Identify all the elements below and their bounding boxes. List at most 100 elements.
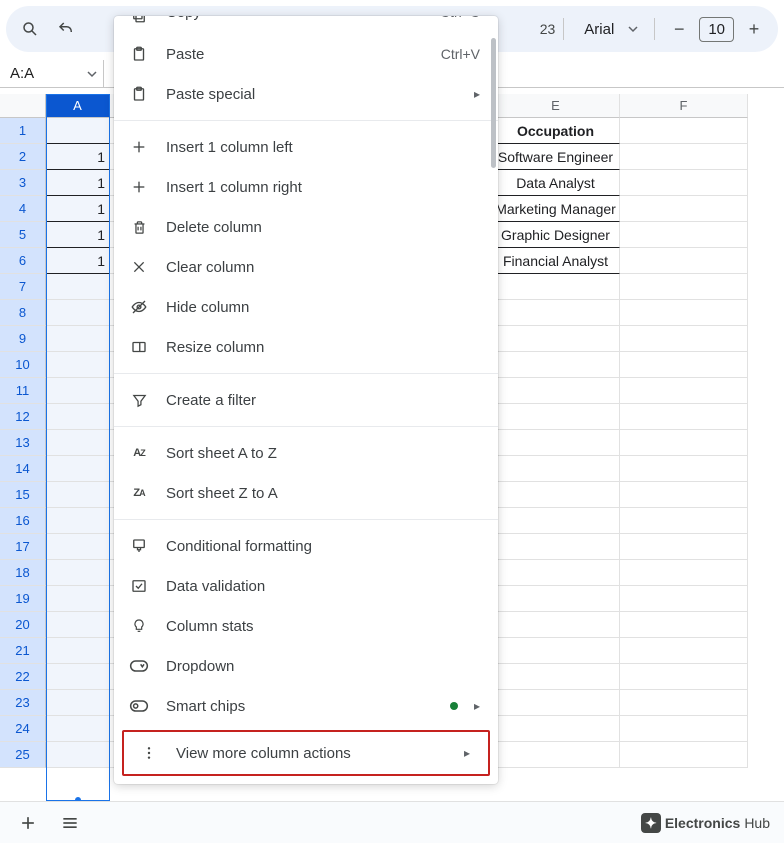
cell[interactable] [492,274,620,300]
cell[interactable] [492,482,620,508]
cell[interactable] [620,378,748,404]
menu-item-paste-special[interactable]: Paste special ▸ [114,74,498,114]
cell[interactable] [46,430,110,456]
cell[interactable] [46,326,110,352]
cell[interactable]: 1 [46,196,110,222]
row-header[interactable]: 11 [0,378,46,404]
cell[interactable] [492,742,620,768]
cell[interactable] [46,612,110,638]
cell[interactable]: 1 [46,222,110,248]
row-header[interactable]: 7 [0,274,46,300]
cell[interactable] [46,586,110,612]
cell[interactable]: 1 [46,144,110,170]
row-header[interactable]: 10 [0,352,46,378]
row-header[interactable]: 9 [0,326,46,352]
row-header[interactable]: 4 [0,196,46,222]
cell[interactable] [46,378,110,404]
menu-item-delete[interactable]: Delete column [114,207,498,247]
cell[interactable] [492,690,620,716]
column-header-a[interactable]: A [46,94,110,118]
cell[interactable] [620,326,748,352]
menu-item-smart-chips[interactable]: Smart chips ▸ [114,686,498,726]
row-header[interactable]: 2 [0,144,46,170]
cell[interactable] [620,716,748,742]
row-header[interactable]: 13 [0,430,46,456]
cell[interactable]: Graphic Designer [492,222,620,248]
cell[interactable] [46,274,110,300]
row-header[interactable]: 3 [0,170,46,196]
cell[interactable] [620,560,748,586]
cell[interactable] [46,352,110,378]
row-header[interactable]: 14 [0,456,46,482]
menu-item-hide[interactable]: Hide column [114,287,498,327]
cell[interactable] [620,482,748,508]
cell[interactable] [492,326,620,352]
menu-item-sort-za[interactable]: ZA Sort sheet Z to A [114,473,498,513]
cell[interactable] [46,560,110,586]
undo-icon[interactable] [50,13,82,45]
increase-font-size-button[interactable]: + [738,13,770,45]
cell[interactable] [620,170,748,196]
cell[interactable]: Occupation [492,118,620,144]
cell[interactable] [620,638,748,664]
cell[interactable] [492,404,620,430]
cell[interactable] [492,534,620,560]
menu-item-view-more-column-actions[interactable]: View more column actions ▸ [124,732,488,774]
font-family-select[interactable]: Arial [572,21,646,38]
cell[interactable] [620,404,748,430]
cell[interactable] [620,508,748,534]
row-header[interactable]: 23 [0,690,46,716]
row-header[interactable]: 6 [0,248,46,274]
cell[interactable] [492,586,620,612]
menu-item-create-filter[interactable]: Create a filter [114,380,498,420]
cell[interactable] [46,508,110,534]
cell[interactable] [46,716,110,742]
cell[interactable] [492,456,620,482]
cell[interactable]: Data Analyst [492,170,620,196]
cell[interactable] [46,456,110,482]
cell[interactable] [46,742,110,768]
all-sheets-button[interactable] [52,805,88,841]
search-icon[interactable] [14,13,46,45]
row-header[interactable]: 20 [0,612,46,638]
cell[interactable] [620,742,748,768]
menu-item-copy[interactable]: Copy Ctrl+C [114,16,498,34]
cell[interactable] [492,352,620,378]
cell[interactable] [46,482,110,508]
row-header[interactable]: 21 [0,638,46,664]
cell[interactable] [620,300,748,326]
menu-item-data-validation[interactable]: Data validation [114,566,498,606]
menu-item-conditional-formatting[interactable]: Conditional formatting [114,526,498,566]
cell[interactable] [492,300,620,326]
column-header-e[interactable]: E [492,94,620,118]
menu-item-sort-az[interactable]: AZ Sort sheet A to Z [114,433,498,473]
cell[interactable]: Financial Analyst [492,248,620,274]
cell[interactable] [46,638,110,664]
row-header[interactable]: 1 [0,118,46,144]
row-header[interactable]: 17 [0,534,46,560]
cell[interactable] [46,690,110,716]
menu-item-column-stats[interactable]: Column stats [114,606,498,646]
cell[interactable] [620,456,748,482]
cell[interactable]: 1 [46,248,110,274]
row-header[interactable]: 22 [0,664,46,690]
cell[interactable] [46,664,110,690]
cell[interactable] [492,638,620,664]
cell[interactable] [492,664,620,690]
row-header[interactable]: 24 [0,716,46,742]
cell[interactable] [620,612,748,638]
cell[interactable] [492,378,620,404]
cell[interactable]: Marketing Manager [492,196,620,222]
decrease-font-size-button[interactable]: − [663,13,695,45]
menu-item-clear[interactable]: Clear column [114,247,498,287]
name-box[interactable]: A:A [0,60,104,87]
cell[interactable]: Software Engineer [492,144,620,170]
cell[interactable] [492,430,620,456]
scrollbar-thumb[interactable] [491,38,496,168]
cell[interactable] [46,534,110,560]
cell[interactable] [46,118,110,144]
row-header[interactable]: 15 [0,482,46,508]
cell[interactable] [620,690,748,716]
select-all-corner[interactable] [0,94,46,118]
column-header-f[interactable]: F [620,94,748,118]
